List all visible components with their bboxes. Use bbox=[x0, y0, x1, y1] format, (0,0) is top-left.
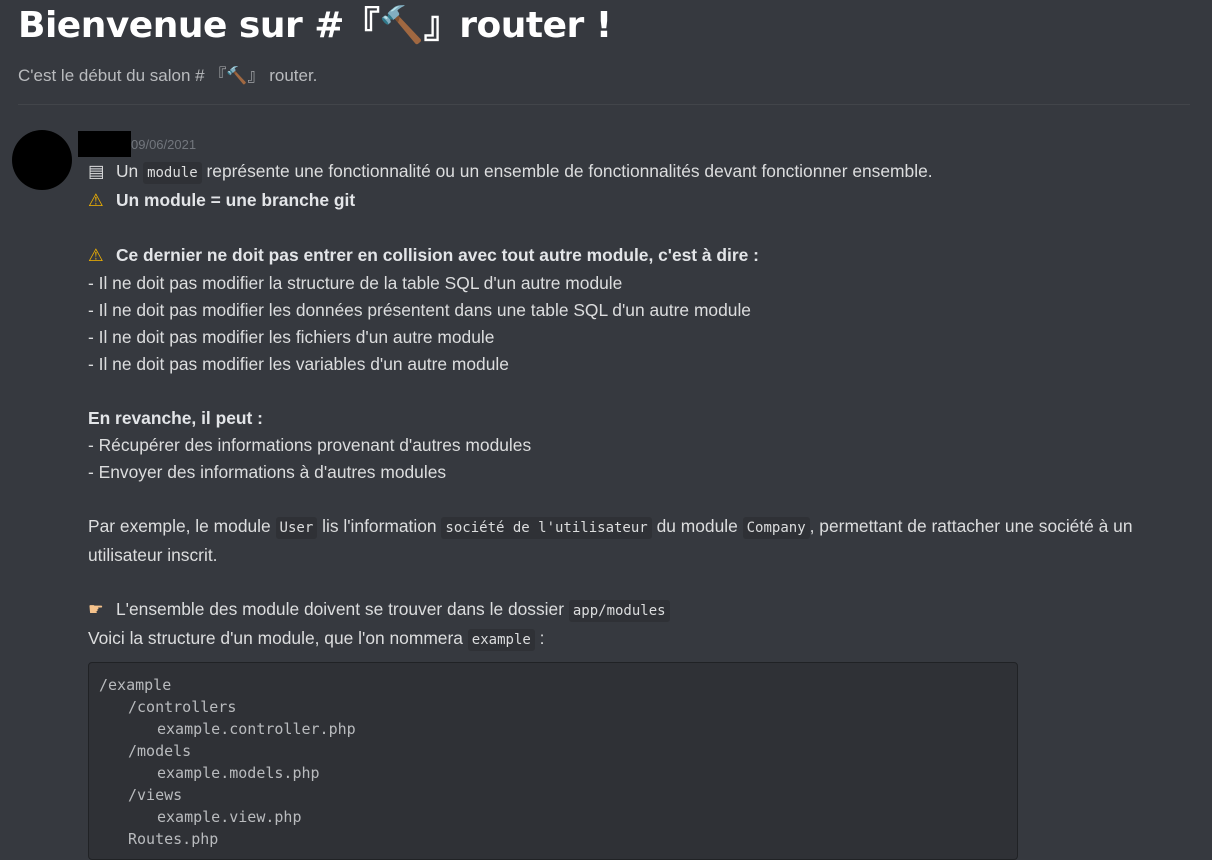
channel-welcome-header: Bienvenue sur #『🔨』router ! C'est le débu… bbox=[18, 0, 1190, 86]
welcome-subtitle: C'est le début du salon # 『🔨』 router. bbox=[18, 66, 318, 85]
bold-text: Ce dernier ne doit pas entrer en collisi… bbox=[116, 245, 759, 265]
tree-line: /views bbox=[128, 786, 183, 804]
pointing-hand-icon: ☛ bbox=[88, 600, 104, 620]
avatar[interactable] bbox=[12, 130, 72, 190]
list-item: - Il ne doit pas modifier la structure d… bbox=[88, 273, 623, 293]
welcome-title: Bienvenue sur #『🔨』router ! bbox=[18, 5, 612, 46]
tree-line: Routes.php bbox=[128, 830, 219, 848]
list-item: - Récupérer des informations provenant d… bbox=[88, 435, 532, 455]
inline-code: User bbox=[275, 517, 318, 539]
tree-line: example.view.php bbox=[157, 808, 302, 826]
bold-text: En revanche, il peut : bbox=[88, 408, 263, 428]
message-timestamp: 09/06/2021 bbox=[131, 137, 197, 152]
text: : bbox=[539, 628, 545, 648]
text: Un bbox=[116, 161, 139, 181]
text: représente une fonctionnalité ou un ense… bbox=[206, 161, 933, 181]
message-content: ▤ Un module représente une fonctionnalité… bbox=[88, 158, 1148, 860]
message-line: ⚠ Un module = une branche git bbox=[88, 187, 1148, 215]
message-line: ▤ Un module représente une fonctionnalité… bbox=[88, 158, 1148, 187]
text: lis l'information bbox=[322, 516, 437, 536]
list-item: - Il ne doit pas modifier les variables … bbox=[88, 354, 509, 374]
list-item: - Envoyer des informations à d'autres mo… bbox=[88, 462, 447, 482]
text: Par exemple, le module bbox=[88, 516, 271, 536]
list-item: - Il ne doit pas modifier les données pr… bbox=[88, 300, 751, 320]
inline-code: app/modules bbox=[568, 600, 670, 622]
inline-code: module bbox=[143, 162, 202, 184]
example-paragraph: Par exemple, le module User lis l'inform… bbox=[88, 513, 1148, 569]
tree-line: /models bbox=[128, 742, 192, 760]
floppy-disk-icon: ▤ bbox=[88, 162, 105, 182]
inline-code: société de l'utilisateur bbox=[441, 517, 652, 539]
text: Voici la structure d'un module, que l'on… bbox=[88, 628, 463, 648]
message-line: ⚠ Ce dernier ne doit pas entrer en collis… bbox=[88, 242, 1148, 270]
tree-line: /controllers bbox=[128, 698, 237, 716]
text: L'ensemble des module doivent se trouver… bbox=[116, 599, 565, 619]
text: du module bbox=[656, 516, 738, 536]
username-redacted[interactable] bbox=[78, 131, 131, 157]
inline-code: example bbox=[467, 629, 535, 651]
list-item: - Il ne doit pas modifier les fichiers d… bbox=[88, 327, 495, 347]
tree-line: example.models.php bbox=[157, 764, 320, 782]
warning-icon: ⚠ bbox=[88, 246, 104, 266]
bold-text: Un module = une branche git bbox=[116, 190, 356, 210]
message-line: Voici la structure d'un module, que l'on… bbox=[88, 625, 1148, 654]
tree-line: /example bbox=[99, 676, 172, 694]
code-block[interactable]: /example/controllers example.controller.p… bbox=[88, 662, 1018, 860]
divider bbox=[18, 104, 1190, 105]
warning-icon: ⚠ bbox=[88, 191, 104, 211]
message-line: ☛ L'ensemble des module doivent se trouve… bbox=[88, 596, 1148, 625]
inline-code: Company bbox=[742, 517, 810, 539]
tree-line: example.controller.php bbox=[157, 720, 356, 738]
